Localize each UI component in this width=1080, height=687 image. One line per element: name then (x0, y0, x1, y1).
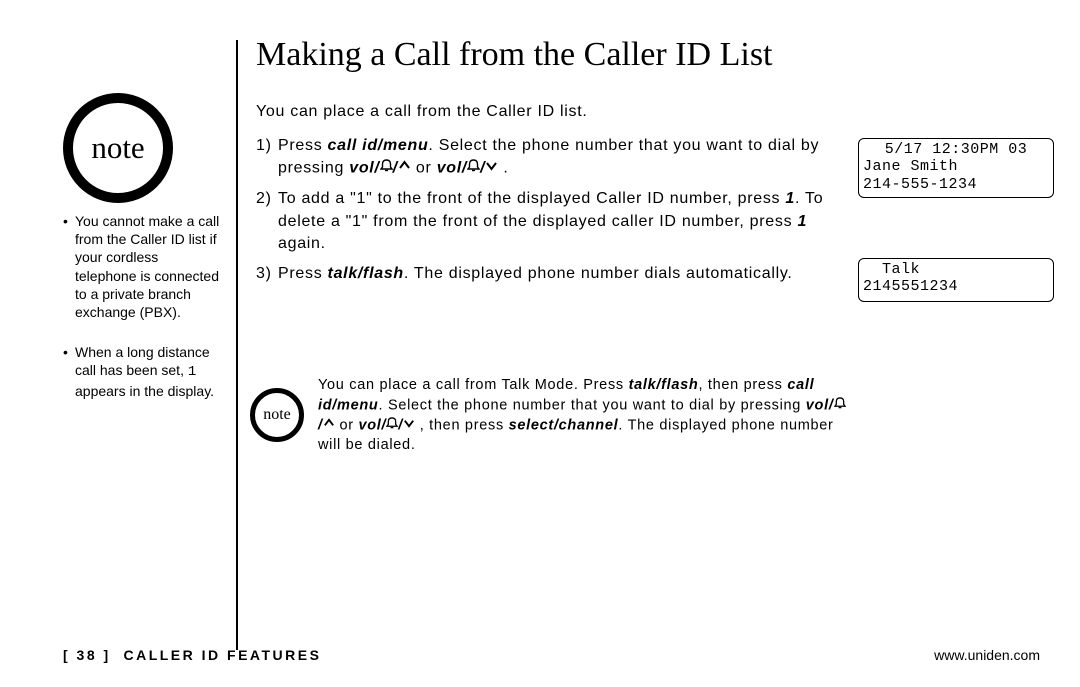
lcd-line: 2145551234 (863, 278, 1049, 295)
inline-note: note You can place a call from Talk Mode… (250, 376, 850, 455)
step-1: 1) Press call id/menu. Select the phone … (256, 135, 846, 180)
ringer-icon (467, 157, 480, 179)
chevron-up-icon (323, 416, 335, 436)
ringer-icon (380, 157, 393, 179)
chevron-down-icon (485, 157, 498, 179)
lcd-line: Talk (863, 261, 1049, 278)
chevron-up-icon (398, 157, 411, 179)
step-2: 2) To add a "1" to the front of the disp… (256, 188, 846, 255)
page-number: [ 38 ] (63, 647, 111, 663)
vertical-divider (236, 40, 238, 650)
note-circle-small: note (250, 388, 304, 442)
page-title: Making a Call from the Caller ID List (256, 36, 773, 74)
section-label: CALLER ID FEATURES (123, 647, 321, 663)
lcd-display-1: 5/17 12:30PM 03 Jane Smith 214-555-1234 (858, 138, 1054, 198)
steps-list: 1) Press call id/menu. Select the phone … (256, 135, 846, 294)
intro-text: You can place a call from the Caller ID … (256, 103, 588, 121)
side-note-item: You cannot make a call from the Caller I… (63, 212, 223, 321)
ringer-icon (834, 396, 846, 416)
lcd-line: 5/17 12:30PM 03 (863, 141, 1049, 158)
side-notes: You cannot make a call from the Caller I… (63, 212, 223, 422)
footer-url: www.uniden.com (934, 647, 1040, 663)
note-badge-large: note (63, 93, 173, 203)
step-3: 3) Press talk/flash. The displayed phone… (256, 263, 846, 285)
lcd-display-2: Talk 2145551234 (858, 258, 1054, 302)
lcd-line: Jane Smith (863, 158, 1049, 175)
ringer-icon (386, 416, 398, 436)
page-footer: [ 38 ] CALLER ID FEATURES www.uniden.com (63, 647, 1040, 663)
side-note-item: When a long distance call has been set, … (63, 343, 223, 400)
chevron-down-icon (403, 416, 415, 436)
lcd-line: 214-555-1234 (863, 176, 1049, 193)
inline-note-text: You can place a call from Talk Mode. Pre… (318, 376, 850, 455)
note-circle: note (63, 93, 173, 203)
